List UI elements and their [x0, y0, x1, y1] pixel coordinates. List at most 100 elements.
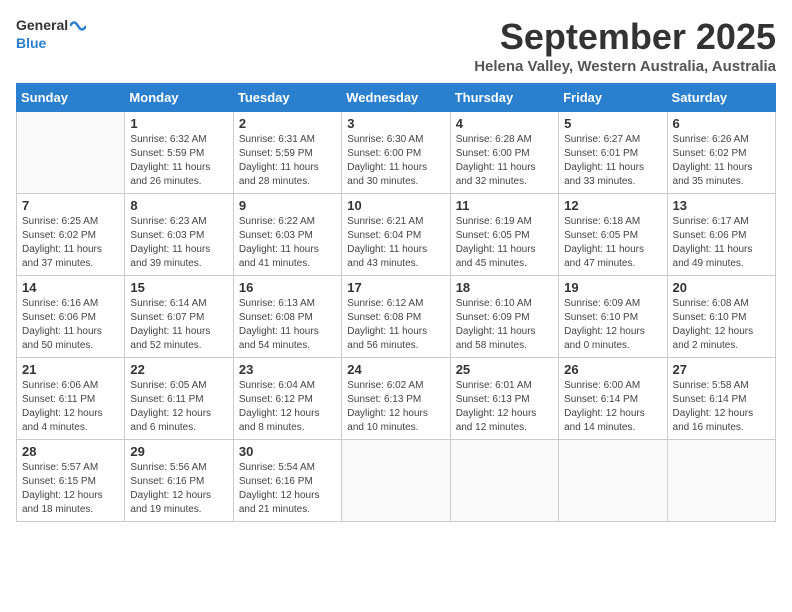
table-row: 26 Sunrise: 6:00 AM Sunset: 6:14 PM Dayli… [559, 358, 667, 440]
logo-inner: General Blue [16, 16, 86, 52]
day-number: 30 [239, 444, 336, 459]
table-row: 13 Sunrise: 6:17 AM Sunset: 6:06 PM Dayli… [667, 194, 775, 276]
day-number: 7 [22, 198, 119, 213]
day-info: Sunrise: 6:00 AM Sunset: 6:14 PM Dayligh… [564, 379, 661, 435]
table-row: 22 Sunrise: 6:05 AM Sunset: 6:11 PM Dayli… [125, 358, 233, 440]
logo-wave-icon [70, 19, 86, 33]
day-number: 16 [239, 280, 336, 295]
day-number: 23 [239, 362, 336, 377]
table-row: 25Sunrise: 6:01 AM Sunset: 6:13 PM Dayli… [450, 358, 558, 440]
day-info: Sunrise: 6:30 AM Sunset: 6:00 PM Dayligh… [347, 133, 444, 189]
day-number: 15 [130, 280, 227, 295]
day-number: 5 [564, 116, 661, 131]
day-info: Sunrise: 6:18 AM Sunset: 6:05 PM Dayligh… [564, 215, 661, 271]
logo: General Blue [16, 16, 86, 52]
day-info: Sunrise: 6:21 AM Sunset: 6:04 PM Dayligh… [347, 215, 444, 271]
day-number: 20 [673, 280, 770, 295]
day-info: Sunrise: 6:13 AM Sunset: 6:08 PM Dayligh… [239, 297, 336, 353]
month-title: September 2025 [474, 16, 776, 58]
header-saturday: Saturday [667, 84, 775, 112]
table-row [667, 440, 775, 522]
table-row [450, 440, 558, 522]
day-info: Sunrise: 6:04 AM Sunset: 6:12 PM Dayligh… [239, 379, 336, 435]
table-row [17, 112, 125, 194]
day-info: Sunrise: 6:09 AM Sunset: 6:10 PM Dayligh… [564, 297, 661, 353]
day-number: 24 [347, 362, 444, 377]
day-number: 28 [22, 444, 119, 459]
page-header: General Blue September 2025 Helena Valle… [16, 16, 776, 75]
table-row: 16 Sunrise: 6:13 AM Sunset: 6:08 PM Dayli… [233, 276, 341, 358]
table-row: 30Sunrise: 5:54 AM Sunset: 6:16 PM Dayli… [233, 440, 341, 522]
table-row: 23 Sunrise: 6:04 AM Sunset: 6:12 PM Dayli… [233, 358, 341, 440]
header-wednesday: Wednesday [342, 84, 450, 112]
title-area: September 2025 Helena Valley, Western Au… [474, 16, 776, 75]
calendar-week-row: 28 Sunrise: 5:57 AM Sunset: 6:15 PM Dayli… [17, 440, 776, 522]
table-row: 8 Sunrise: 6:23 AM Sunset: 6:03 PM Daylig… [125, 194, 233, 276]
table-row: 28 Sunrise: 5:57 AM Sunset: 6:15 PM Dayli… [17, 440, 125, 522]
day-number: 2 [239, 116, 336, 131]
header-monday: Monday [125, 84, 233, 112]
location-subtitle: Helena Valley, Western Australia, Austra… [474, 58, 776, 75]
table-row: 6 Sunrise: 6:26 AM Sunset: 6:02 PM Daylig… [667, 112, 775, 194]
table-row: 17 Sunrise: 6:12 AM Sunset: 6:08 PM Dayli… [342, 276, 450, 358]
day-number: 10 [347, 198, 444, 213]
day-info: Sunrise: 6:26 AM Sunset: 6:02 PM Dayligh… [673, 133, 770, 189]
day-info: Sunrise: 6:17 AM Sunset: 6:06 PM Dayligh… [673, 215, 770, 271]
day-number: 6 [673, 116, 770, 131]
day-info: Sunrise: 6:25 AM Sunset: 6:02 PM Dayligh… [22, 215, 119, 271]
table-row: 4 Sunrise: 6:28 AM Sunset: 6:00 PM Daylig… [450, 112, 558, 194]
header-thursday: Thursday [450, 84, 558, 112]
day-number: 12 [564, 198, 661, 213]
day-info: Sunrise: 6:10 AM Sunset: 6:09 PM Dayligh… [456, 297, 553, 353]
day-info: Sunrise: 6:27 AM Sunset: 6:01 PM Dayligh… [564, 133, 661, 189]
calendar-table: Sunday Monday Tuesday Wednesday Thursday… [16, 83, 776, 522]
day-info: Sunrise: 6:19 AM Sunset: 6:05 PM Dayligh… [456, 215, 553, 271]
calendar-week-row: 7 Sunrise: 6:25 AM Sunset: 6:02 PM Daylig… [17, 194, 776, 276]
day-info: Sunrise: 6:06 AM Sunset: 6:11 PM Dayligh… [22, 379, 119, 435]
day-info: Sunrise: 6:01 AM Sunset: 6:13 PM Dayligh… [456, 379, 553, 435]
day-info: Sunrise: 6:22 AM Sunset: 6:03 PM Dayligh… [239, 215, 336, 271]
day-number: 9 [239, 198, 336, 213]
day-info: Sunrise: 6:32 AM Sunset: 5:59 PM Dayligh… [130, 133, 227, 189]
day-info: Sunrise: 6:05 AM Sunset: 6:11 PM Dayligh… [130, 379, 227, 435]
table-row: 2Sunrise: 6:31 AM Sunset: 5:59 PM Daylig… [233, 112, 341, 194]
table-row: 21Sunrise: 6:06 AM Sunset: 6:11 PM Dayli… [17, 358, 125, 440]
table-row: 3 Sunrise: 6:30 AM Sunset: 6:00 PM Daylig… [342, 112, 450, 194]
day-number: 8 [130, 198, 227, 213]
calendar-header-row: Sunday Monday Tuesday Wednesday Thursday… [17, 84, 776, 112]
day-number: 27 [673, 362, 770, 377]
day-info: Sunrise: 5:58 AM Sunset: 6:14 PM Dayligh… [673, 379, 770, 435]
day-info: Sunrise: 5:57 AM Sunset: 6:15 PM Dayligh… [22, 461, 119, 517]
calendar-week-row: 14Sunrise: 6:16 AM Sunset: 6:06 PM Dayli… [17, 276, 776, 358]
day-number: 4 [456, 116, 553, 131]
day-info: Sunrise: 6:23 AM Sunset: 6:03 PM Dayligh… [130, 215, 227, 271]
table-row: 27 Sunrise: 5:58 AM Sunset: 6:14 PM Dayli… [667, 358, 775, 440]
table-row: 10 Sunrise: 6:21 AM Sunset: 6:04 PM Dayli… [342, 194, 450, 276]
day-number: 22 [130, 362, 227, 377]
day-info: Sunrise: 6:12 AM Sunset: 6:08 PM Dayligh… [347, 297, 444, 353]
day-number: 3 [347, 116, 444, 131]
table-row: 9 Sunrise: 6:22 AM Sunset: 6:03 PM Daylig… [233, 194, 341, 276]
day-number: 19 [564, 280, 661, 295]
table-row: 15 Sunrise: 6:14 AM Sunset: 6:07 PM Dayli… [125, 276, 233, 358]
day-number: 11 [456, 198, 553, 213]
calendar-week-row: 21Sunrise: 6:06 AM Sunset: 6:11 PM Dayli… [17, 358, 776, 440]
table-row: 24Sunrise: 6:02 AM Sunset: 6:13 PM Dayli… [342, 358, 450, 440]
day-number: 26 [564, 362, 661, 377]
table-row: 19 Sunrise: 6:09 AM Sunset: 6:10 PM Dayli… [559, 276, 667, 358]
day-info: Sunrise: 6:28 AM Sunset: 6:00 PM Dayligh… [456, 133, 553, 189]
header-sunday: Sunday [17, 84, 125, 112]
day-number: 18 [456, 280, 553, 295]
table-row: 1 Sunrise: 6:32 AM Sunset: 5:59 PM Daylig… [125, 112, 233, 194]
calendar-week-row: 1 Sunrise: 6:32 AM Sunset: 5:59 PM Daylig… [17, 112, 776, 194]
day-info: Sunrise: 6:08 AM Sunset: 6:10 PM Dayligh… [673, 297, 770, 353]
day-number: 13 [673, 198, 770, 213]
day-info: Sunrise: 6:14 AM Sunset: 6:07 PM Dayligh… [130, 297, 227, 353]
table-row [342, 440, 450, 522]
header-friday: Friday [559, 84, 667, 112]
day-number: 14 [22, 280, 119, 295]
table-row: 29Sunrise: 5:56 AM Sunset: 6:16 PM Dayli… [125, 440, 233, 522]
day-number: 17 [347, 280, 444, 295]
day-number: 1 [130, 116, 227, 131]
table-row [559, 440, 667, 522]
